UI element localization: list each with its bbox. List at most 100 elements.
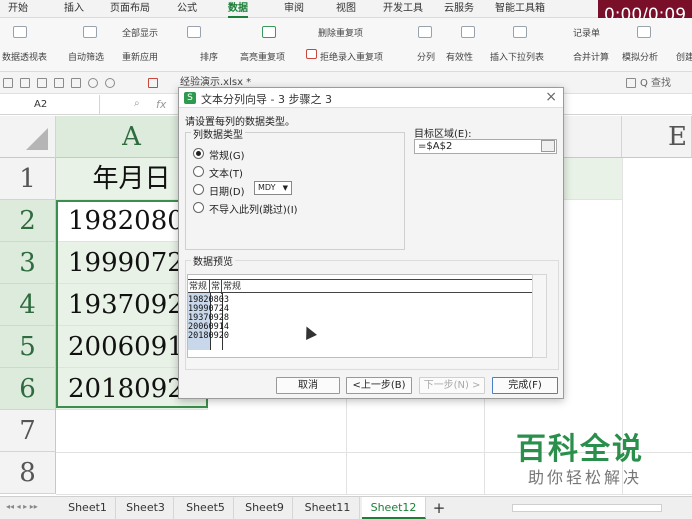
- zoom-icon[interactable]: ⌕: [134, 98, 140, 109]
- reapply-button[interactable]: 重新应用: [122, 50, 158, 63]
- radio-general[interactable]: [193, 148, 204, 159]
- save-icon[interactable]: [20, 78, 30, 88]
- redo-icon[interactable]: [105, 78, 115, 88]
- preview-vertical-scrollbar[interactable]: [532, 274, 547, 358]
- create-button[interactable]: 创建: [676, 50, 692, 63]
- show-all-button[interactable]: 全部显示: [122, 26, 158, 39]
- tab-start[interactable]: 开始: [8, 0, 28, 18]
- data-preview[interactable]: 常规 常 常规 19820803 19990724 19370928 20060…: [187, 274, 540, 358]
- dialog-title: 文本分列向导 - 3 步骤之 3: [201, 93, 332, 106]
- preview-col-2-header[interactable]: 常: [210, 280, 222, 294]
- preview-icon[interactable]: [71, 78, 81, 88]
- print-icon[interactable]: [54, 78, 64, 88]
- simulate-icon: [637, 26, 651, 38]
- tab-insert[interactable]: 插入: [64, 0, 84, 18]
- sheet-tab-sheet9[interactable]: Sheet9: [237, 497, 293, 519]
- row-header-3[interactable]: 3: [0, 242, 56, 284]
- reject-duplicates-button[interactable]: 拒绝录入重复项: [320, 50, 383, 63]
- tab-developer[interactable]: 开发工具: [383, 0, 423, 18]
- target-range-input[interactable]: =$A$2: [414, 139, 557, 154]
- chevron-down-icon: ▼: [282, 184, 288, 192]
- radio-skip[interactable]: [193, 202, 204, 213]
- radio-text[interactable]: [193, 166, 204, 177]
- tab-data[interactable]: 数据: [228, 0, 248, 18]
- preview-horizontal-scrollbar[interactable]: [187, 358, 540, 368]
- sort-button[interactable]: 排序: [200, 50, 218, 63]
- option-skip[interactable]: 不导入此列(跳过)(I): [209, 201, 298, 216]
- fx-label[interactable]: fx: [156, 98, 166, 111]
- sheet-tab-sheet1[interactable]: Sheet1: [60, 497, 116, 519]
- tab-view[interactable]: 视图: [336, 0, 356, 18]
- watermark-subtitle: 助你轻松解决: [528, 468, 643, 487]
- row-header-2[interactable]: 2: [0, 200, 56, 242]
- preview-label: 数据预览: [191, 253, 235, 268]
- split-column-icon: [418, 26, 432, 38]
- delete-duplicates-button[interactable]: 删除重复项: [318, 26, 363, 39]
- insert-dropdown-button[interactable]: 插入下拉列表: [490, 50, 544, 63]
- tab-cloud[interactable]: 云服务: [444, 0, 474, 18]
- toolbar-icon[interactable]: [626, 78, 636, 88]
- sheet-tab-sheet11[interactable]: Sheet11: [296, 497, 360, 519]
- simulate-analysis-button[interactable]: 模拟分析: [622, 50, 658, 63]
- validity-icon: [461, 26, 475, 38]
- row-header-1[interactable]: 1: [0, 158, 56, 200]
- row-header-6[interactable]: 6: [0, 368, 56, 410]
- tab-formulas[interactable]: 公式: [177, 0, 197, 18]
- preview-col-1-header[interactable]: 常规: [188, 280, 210, 294]
- sheet-tab-sheet5[interactable]: Sheet5: [178, 497, 234, 519]
- highlight-duplicates-button[interactable]: 高亮重复项: [240, 50, 285, 63]
- next-step-button[interactable]: 下一步(N) >: [419, 377, 485, 394]
- ribbon-panel: 数据透视表 自动筛选 全部显示 重新应用 排序 高亮重复项 删除重复项 拒绝录入…: [0, 18, 692, 72]
- sheet-tab-sheet12[interactable]: Sheet12: [362, 497, 426, 519]
- undo-icon[interactable]: [88, 78, 98, 88]
- range-picker-icon[interactable]: [541, 140, 555, 152]
- dropdown-list-icon: [513, 26, 527, 38]
- date-format-select[interactable]: MDY ▼: [254, 181, 292, 195]
- pivot-table-button[interactable]: 数据透视表: [2, 50, 47, 63]
- option-date[interactable]: 日期(D): [209, 183, 245, 198]
- preview-col-3-header[interactable]: 常规: [222, 280, 252, 294]
- row-header-7[interactable]: 7: [0, 410, 56, 452]
- tab-page-layout[interactable]: 页面布局: [110, 0, 150, 18]
- preview-header: 常规 常 常规: [188, 279, 539, 294]
- cancel-button[interactable]: 取消: [276, 377, 340, 394]
- search-box[interactable]: Q 查找: [640, 74, 671, 89]
- autofilter-button[interactable]: 自动筛选: [68, 50, 104, 63]
- sheet-tab-sheet3[interactable]: Sheet3: [118, 497, 174, 519]
- option-text[interactable]: 文本(T): [209, 165, 243, 180]
- watermark-title: 百科全说: [516, 432, 644, 467]
- sheet-nav-arrows-icon[interactable]: ◂◂ ◂ ▸ ▸▸: [6, 502, 38, 511]
- tab-smart-toolbox[interactable]: 智能工具箱: [495, 0, 545, 18]
- wps-logo-icon: [148, 78, 158, 88]
- prev-step-button[interactable]: <上一步(B): [346, 377, 412, 394]
- name-box[interactable]: A2: [0, 95, 100, 114]
- open-icon[interactable]: [3, 78, 13, 88]
- date-format-value: MDY: [258, 183, 276, 192]
- dialog-titlebar[interactable]: S 文本分列向导 - 3 步骤之 3 ×: [179, 88, 563, 108]
- highlight-duplicates-icon: [262, 26, 276, 38]
- close-icon[interactable]: ×: [545, 89, 557, 105]
- select-all-icon: [26, 128, 48, 150]
- sheet-tab-bar: ◂◂ ◂ ▸ ▸▸ Sheet1 Sheet3 Sheet5 Sheet9 Sh…: [0, 496, 692, 519]
- radio-date[interactable]: [193, 184, 204, 195]
- finish-button[interactable]: 完成(F): [492, 377, 558, 394]
- export-icon[interactable]: [37, 78, 47, 88]
- record-form-button[interactable]: 记录单: [573, 26, 600, 39]
- reject-duplicates-icon: [306, 49, 317, 59]
- ribbon-tab-bar: 开始 插入 页面布局 公式 数据 审阅 视图 开发工具 云服务 智能工具箱: [0, 0, 692, 18]
- preview-row: 20180920: [188, 331, 229, 341]
- option-general[interactable]: 常规(G): [209, 147, 245, 162]
- gridline-row-9: [56, 494, 692, 495]
- horizontal-scrollbar[interactable]: [512, 504, 662, 512]
- add-sheet-button[interactable]: +: [428, 497, 450, 519]
- row-header-8[interactable]: 8: [0, 452, 56, 494]
- merge-calc-button[interactable]: 合并计算: [573, 50, 609, 63]
- wps-s-icon: S: [184, 92, 196, 104]
- row-header-5[interactable]: 5: [0, 326, 56, 368]
- validity-button[interactable]: 有效性: [446, 50, 473, 63]
- row-header-4[interactable]: 4: [0, 284, 56, 326]
- select-all-corner[interactable]: [0, 116, 56, 158]
- column-header-e[interactable]: E: [622, 116, 692, 158]
- tab-review[interactable]: 审阅: [284, 0, 304, 18]
- split-column-button[interactable]: 分列: [417, 50, 435, 63]
